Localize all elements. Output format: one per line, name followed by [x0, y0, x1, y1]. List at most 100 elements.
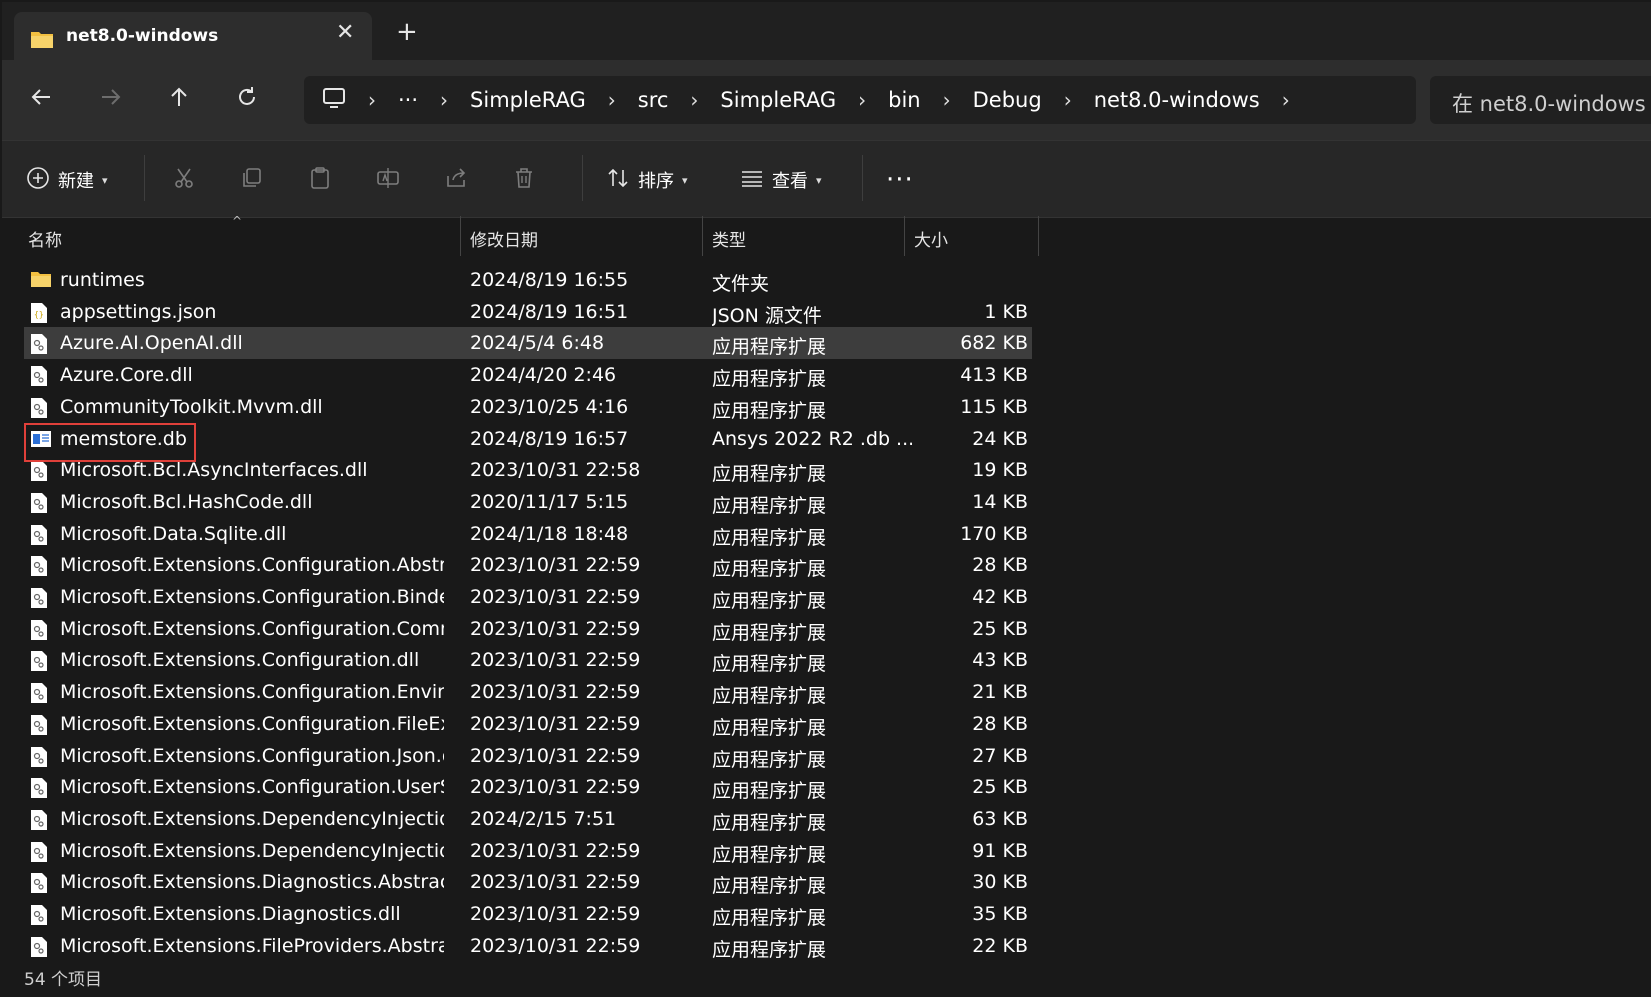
forward-button[interactable]	[94, 82, 128, 116]
file-row[interactable]: Microsoft.Extensions.Configuration.Comma…	[24, 613, 1032, 645]
file-type: Ansys 2022 R2 .db ...	[712, 427, 912, 450]
back-button[interactable]	[24, 82, 58, 116]
column-header-type[interactable]: 类型	[712, 226, 746, 251]
address-bar[interactable]: › ··· › SimpleRAG › src › SimpleRAG › bi…	[304, 76, 1416, 124]
arrow-right-icon	[100, 86, 122, 112]
column-divider[interactable]	[460, 216, 461, 256]
view-button[interactable]: 查看 ▾	[740, 165, 822, 195]
file-size: 25 KB	[972, 776, 1028, 799]
column-divider[interactable]	[904, 216, 905, 256]
file-name: CommunityToolkit.Mvvm.dll	[60, 395, 323, 418]
file-row[interactable]: Microsoft.Extensions.DependencyInjection…	[24, 803, 1032, 835]
file-date: 2024/8/19 16:51	[470, 300, 629, 323]
navigation-bar: › ··· › SimpleRAG › src › SimpleRAG › bi…	[2, 60, 1651, 140]
file-name: Microsoft.Extensions.FileProviders.Abstr…	[60, 934, 444, 957]
file-type: 应用程序扩展	[712, 748, 827, 771]
file-date: 2023/10/31 22:59	[470, 617, 641, 640]
file-date: 2023/10/25 4:16	[470, 395, 629, 418]
file-size: 19 KB	[972, 459, 1028, 482]
file-row[interactable]: Microsoft.Extensions.Configuration.FileE…	[24, 708, 1032, 740]
status-bar: 54 个项目	[24, 965, 102, 990]
sort-icon	[606, 166, 630, 194]
breadcrumb-item[interactable]: SimpleRAG	[470, 88, 586, 112]
dll-file-icon	[30, 524, 48, 550]
breadcrumb-item[interactable]: src	[638, 88, 669, 112]
file-row[interactable]: Microsoft.Extensions.Configuration.dll 20…	[24, 644, 1032, 676]
chevron-right-icon[interactable]: ›	[858, 88, 866, 112]
sort-button-label: 排序	[638, 171, 674, 192]
dll-file-icon	[30, 492, 48, 518]
title-bar: net8.0-windows ✕ +	[2, 2, 1651, 64]
sort-button[interactable]: 排序 ▾	[606, 165, 688, 195]
file-row[interactable]: Microsoft.Extensions.Configuration.Envir…	[24, 676, 1032, 708]
paste-button[interactable]	[308, 165, 332, 195]
command-bar: 新建 ▾ 排序 ▾ 查看 ▾ ···	[2, 140, 1651, 218]
file-name: Microsoft.Extensions.Configuration.UserS…	[60, 776, 444, 799]
breadcrumb-item-current[interactable]: net8.0-windows	[1094, 88, 1260, 112]
highlight-box	[24, 423, 196, 462]
chevron-right-icon[interactable]: ›	[1064, 88, 1072, 112]
file-row[interactable]: Microsoft.Extensions.Configuration.UserS…	[24, 771, 1032, 803]
file-row[interactable]: Microsoft.Data.Sqlite.dll 2024/1/18 18:48…	[24, 518, 1032, 550]
file-name: Microsoft.Extensions.Configuration.Envir…	[60, 681, 444, 704]
new-tab-button[interactable]: +	[396, 19, 418, 45]
breadcrumb-item[interactable]: bin	[888, 88, 920, 112]
file-type: 应用程序扩展	[712, 653, 827, 676]
file-explorer-window: net8.0-windows ✕ + › ··· › SimpleRAG › s…	[2, 2, 1651, 997]
column-divider[interactable]	[702, 216, 703, 256]
file-size: 27 KB	[972, 744, 1028, 767]
file-row[interactable]: Microsoft.Extensions.DependencyInjection…	[24, 835, 1032, 867]
column-header-name[interactable]: 名称	[28, 226, 62, 251]
file-row[interactable]: Microsoft.Extensions.Diagnostics.Abstrac…	[24, 866, 1032, 898]
computer-icon[interactable]	[322, 87, 346, 113]
cut-button[interactable]	[172, 165, 196, 195]
new-button[interactable]: 新建 ▾	[26, 165, 108, 195]
arrow-left-icon	[30, 86, 52, 112]
file-row[interactable]: {} appsettings.json 2024/8/19 16:51 JSON 源文…	[24, 296, 1032, 328]
chevron-right-icon[interactable]: ›	[1282, 88, 1290, 112]
copy-button[interactable]	[240, 165, 264, 195]
search-box[interactable]: 在 net8.0-windows 中	[1430, 76, 1651, 124]
breadcrumb-item[interactable]: SimpleRAG	[720, 88, 836, 112]
refresh-button[interactable]	[230, 82, 264, 116]
file-row[interactable]: Microsoft.Extensions.Diagnostics.dll 2023…	[24, 898, 1032, 930]
delete-button[interactable]	[512, 165, 536, 195]
file-type: 应用程序扩展	[712, 621, 827, 644]
file-row[interactable]: Azure.AI.OpenAI.dll 2024/5/4 6:48 应用程序扩展 68…	[24, 327, 1032, 360]
column-divider[interactable]	[1038, 216, 1039, 256]
tab-active[interactable]: net8.0-windows ✕	[14, 12, 372, 64]
breadcrumb-item[interactable]: Debug	[973, 88, 1042, 112]
dll-file-icon	[30, 904, 48, 930]
file-row[interactable]: CommunityToolkit.Mvvm.dll 2023/10/25 4:16…	[24, 391, 1032, 423]
dll-file-icon	[30, 777, 48, 803]
share-button[interactable]	[444, 165, 468, 195]
close-tab-icon[interactable]: ✕	[336, 22, 354, 44]
folder-icon	[30, 29, 54, 53]
file-size: 1 KB	[984, 300, 1028, 323]
more-options-button[interactable]: ···	[886, 165, 914, 195]
file-row[interactable]: Microsoft.Extensions.Configuration.Abstr…	[24, 549, 1032, 581]
file-size: 25 KB	[972, 617, 1028, 640]
file-name: runtimes	[60, 269, 145, 291]
file-type: 文件夹	[712, 273, 770, 295]
chevron-right-icon[interactable]: ›	[608, 88, 616, 112]
chevron-right-icon[interactable]: ›	[690, 88, 698, 112]
chevron-right-icon[interactable]: ›	[368, 88, 376, 112]
chevron-right-icon[interactable]: ›	[943, 88, 951, 112]
file-name: Microsoft.Extensions.Configuration.dll	[60, 649, 420, 672]
file-row[interactable]: Azure.Core.dll 2024/4/20 2:46 应用程序扩展 413 KB	[24, 359, 1032, 391]
file-row[interactable]: Microsoft.Extensions.Configuration.Binde…	[24, 581, 1032, 613]
file-size: 30 KB	[972, 871, 1028, 894]
column-header-size[interactable]: 大小	[914, 226, 948, 251]
file-row[interactable]: runtimes 2024/8/19 16:55 文件夹	[24, 264, 1032, 296]
file-size: 35 KB	[972, 903, 1028, 925]
breadcrumb-overflow[interactable]: ···	[398, 88, 418, 112]
file-row[interactable]: Microsoft.Extensions.Configuration.Json.…	[24, 740, 1032, 772]
file-date: 2024/8/19 16:55	[470, 269, 629, 291]
file-row[interactable]: Microsoft.Bcl.HashCode.dll 2020/11/17 5:1…	[24, 486, 1032, 518]
file-date: 2023/10/31 22:59	[470, 839, 641, 862]
up-button[interactable]	[162, 82, 196, 116]
file-row[interactable]: Microsoft.Extensions.FileProviders.Abstr…	[24, 930, 1032, 962]
column-header-date[interactable]: 修改日期	[470, 226, 538, 251]
rename-button[interactable]	[376, 165, 400, 195]
